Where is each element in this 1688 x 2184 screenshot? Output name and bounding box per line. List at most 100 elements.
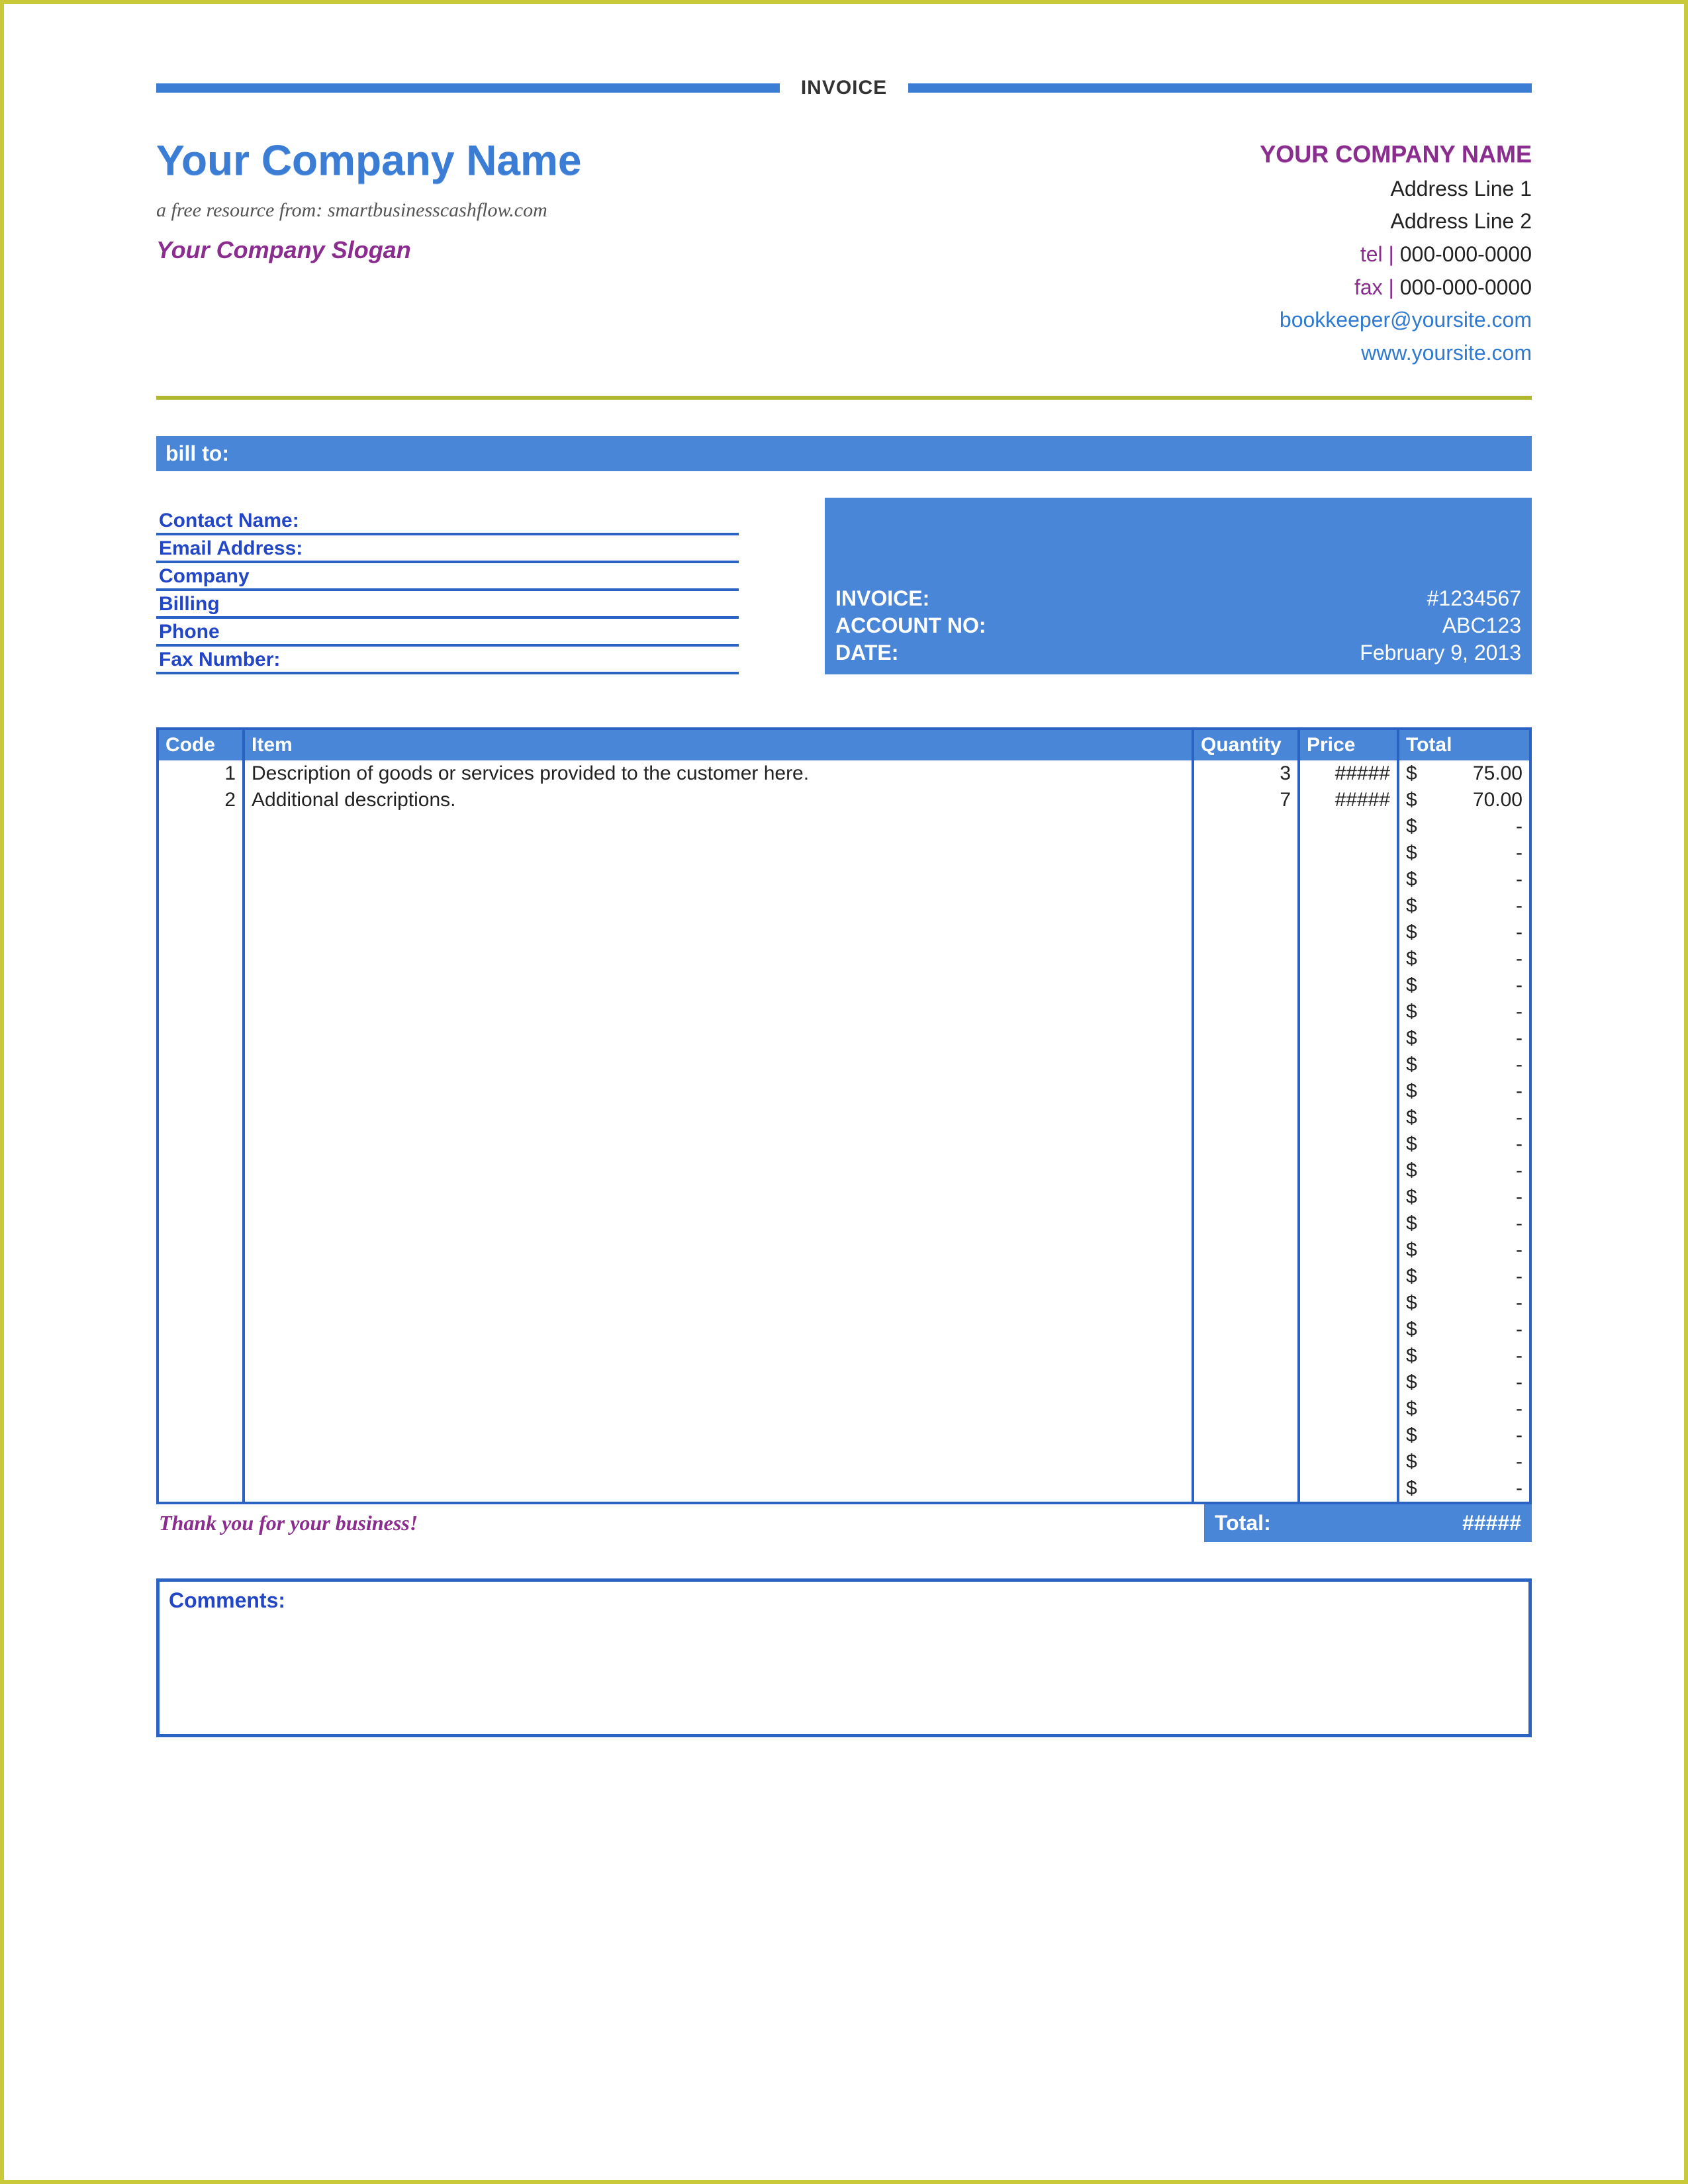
cell-code[interactable] [158,1052,244,1078]
table-row[interactable]: $- [158,1449,1530,1475]
cell-total[interactable]: $70.00 [1398,787,1530,813]
cell-item[interactable] [244,1237,1193,1263]
cell-code[interactable] [158,813,244,840]
cell-quantity[interactable] [1193,919,1299,946]
cell-price[interactable] [1299,972,1398,999]
cell-code[interactable] [158,1369,244,1396]
cell-quantity[interactable] [1193,1475,1299,1503]
cell-code[interactable] [158,1237,244,1263]
cell-code[interactable] [158,1449,244,1475]
cell-quantity[interactable] [1193,866,1299,893]
cell-item[interactable] [244,1475,1193,1503]
cell-total[interactable]: $- [1398,1343,1530,1369]
cell-code[interactable] [158,999,244,1025]
table-row[interactable]: $- [158,946,1530,972]
cell-price[interactable] [1299,1290,1398,1316]
cell-item[interactable] [244,1184,1193,1210]
table-row[interactable]: $- [158,1184,1530,1210]
table-row[interactable]: 1Description of goods or services provid… [158,760,1530,787]
cell-total[interactable]: $75.00 [1398,760,1530,787]
cell-price[interactable] [1299,1105,1398,1131]
cell-code[interactable] [158,1158,244,1184]
cell-price[interactable] [1299,866,1398,893]
cell-quantity[interactable] [1193,1396,1299,1422]
cell-price[interactable] [1299,919,1398,946]
cell-quantity[interactable] [1193,999,1299,1025]
table-row[interactable]: $- [158,1237,1530,1263]
table-row[interactable]: $- [158,840,1530,866]
table-row[interactable]: $- [158,1396,1530,1422]
table-row[interactable]: $- [158,919,1530,946]
cell-quantity[interactable] [1193,1422,1299,1449]
billto-company[interactable]: Company [156,563,739,591]
billto-fax[interactable]: Fax Number: [156,647,739,674]
cell-code[interactable] [158,919,244,946]
vendor-email[interactable]: bookkeeper@yoursite.com [1260,304,1532,337]
cell-quantity[interactable] [1193,1449,1299,1475]
cell-price[interactable] [1299,1210,1398,1237]
table-row[interactable]: $- [158,1052,1530,1078]
cell-total[interactable]: $- [1398,813,1530,840]
cell-quantity[interactable] [1193,1158,1299,1184]
cell-code[interactable] [158,1475,244,1503]
cell-code[interactable] [158,866,244,893]
cell-quantity[interactable] [1193,1078,1299,1105]
cell-item[interactable]: Additional descriptions. [244,787,1193,813]
cell-total[interactable]: $- [1398,1210,1530,1237]
cell-price[interactable] [1299,1158,1398,1184]
cell-total[interactable]: $- [1398,972,1530,999]
cell-total[interactable]: $- [1398,946,1530,972]
cell-quantity[interactable] [1193,946,1299,972]
cell-code[interactable] [158,1263,244,1290]
cell-total[interactable]: $- [1398,1184,1530,1210]
table-row[interactable]: $- [158,1369,1530,1396]
comments-box[interactable]: Comments: [156,1578,1532,1737]
table-row[interactable]: $- [158,1422,1530,1449]
cell-quantity[interactable] [1193,1369,1299,1396]
cell-quantity[interactable] [1193,1210,1299,1237]
cell-total[interactable]: $- [1398,1105,1530,1131]
cell-price[interactable] [1299,1343,1398,1369]
cell-item[interactable] [244,946,1193,972]
cell-item[interactable] [244,1290,1193,1316]
cell-price[interactable] [1299,1422,1398,1449]
cell-code[interactable] [158,1396,244,1422]
table-row[interactable]: $- [158,1210,1530,1237]
cell-code[interactable] [158,1105,244,1131]
cell-code[interactable] [158,1422,244,1449]
table-row[interactable]: $- [158,1078,1530,1105]
table-row[interactable]: $- [158,1105,1530,1131]
cell-item[interactable]: Description of goods or services provide… [244,760,1193,787]
cell-total[interactable]: $- [1398,1131,1530,1158]
cell-total[interactable]: $- [1398,840,1530,866]
cell-item[interactable] [244,1025,1193,1052]
cell-item[interactable] [244,972,1193,999]
cell-code[interactable] [158,840,244,866]
cell-item[interactable] [244,840,1193,866]
cell-total[interactable]: $- [1398,1078,1530,1105]
table-row[interactable]: $- [158,1475,1530,1503]
cell-quantity[interactable] [1193,813,1299,840]
cell-price[interactable] [1299,999,1398,1025]
cell-price[interactable] [1299,1263,1398,1290]
cell-price[interactable] [1299,893,1398,919]
cell-price[interactable] [1299,813,1398,840]
cell-total[interactable]: $- [1398,893,1530,919]
cell-total[interactable]: $- [1398,1475,1530,1503]
cell-price[interactable] [1299,1316,1398,1343]
cell-item[interactable] [244,1369,1193,1396]
table-row[interactable]: $- [158,999,1530,1025]
cell-item[interactable] [244,1396,1193,1422]
billto-email[interactable]: Email Address: [156,535,739,563]
table-row[interactable]: $- [158,1316,1530,1343]
table-row[interactable]: $- [158,1131,1530,1158]
billto-phone[interactable]: Phone [156,619,739,647]
cell-code[interactable] [158,1210,244,1237]
cell-code[interactable] [158,893,244,919]
cell-quantity[interactable] [1193,1316,1299,1343]
cell-quantity[interactable] [1193,840,1299,866]
cell-item[interactable] [244,919,1193,946]
table-row[interactable]: $- [158,813,1530,840]
table-row[interactable]: $- [158,1343,1530,1369]
cell-item[interactable] [244,1449,1193,1475]
